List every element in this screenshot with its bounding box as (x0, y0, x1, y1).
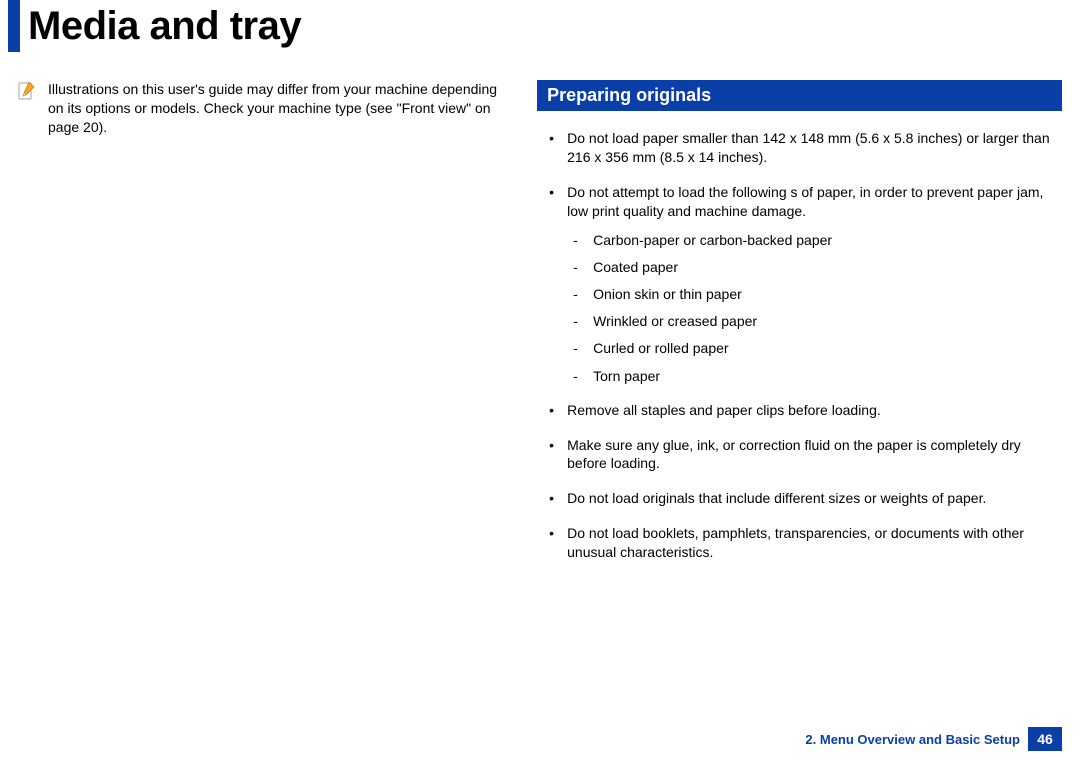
sub-list-item: Torn paper (567, 367, 1062, 385)
list-item-text: Do not load originals that include diffe… (567, 490, 986, 506)
footer-page-number: 46 (1028, 727, 1062, 751)
list-item: Do not load paper smaller than 142 x 148… (541, 129, 1062, 167)
left-column: Illustrations on this user's guide may d… (18, 80, 537, 578)
title-accent (8, 0, 20, 52)
list-item-text: Do not load booklets, pamphlets, transpa… (567, 525, 1024, 560)
sub-list-item: Onion skin or thin paper (567, 285, 1062, 303)
content-columns: Illustrations on this user's guide may d… (0, 52, 1080, 578)
list-item: Do not load originals that include diffe… (541, 489, 1062, 508)
section-header: Preparing originals (537, 80, 1062, 111)
list-item-text: Do not attempt to load the following s o… (567, 184, 1043, 219)
title-bar: Media and tray (0, 0, 1080, 52)
page-title: Media and tray (28, 4, 301, 49)
note-pencil-icon (18, 80, 44, 100)
dash-list: Carbon-paper or carbon-backed paper Coat… (567, 231, 1062, 385)
list-item: Remove all staples and paper clips befor… (541, 401, 1062, 420)
bullet-list: Do not load paper smaller than 142 x 148… (537, 129, 1062, 562)
list-item-text: Make sure any glue, ink, or correction f… (567, 437, 1021, 472)
list-item: Do not attempt to load the following s o… (541, 183, 1062, 385)
list-item: Do not load booklets, pamphlets, transpa… (541, 524, 1062, 562)
sub-list-item: Carbon-paper or carbon-backed paper (567, 231, 1062, 249)
footer-chapter: 2. Menu Overview and Basic Setup (805, 732, 1020, 747)
sub-list-item: Curled or rolled paper (567, 339, 1062, 357)
list-item-text: Do not load paper smaller than 142 x 148… (567, 130, 1049, 165)
page-footer: 2. Menu Overview and Basic Setup 46 (805, 727, 1062, 751)
right-column: Preparing originals Do not load paper sm… (537, 80, 1062, 578)
list-item-text: Remove all staples and paper clips befor… (567, 402, 881, 418)
sub-list-item: Wrinkled or creased paper (567, 312, 1062, 330)
note-block: Illustrations on this user's guide may d… (18, 80, 513, 137)
note-text: Illustrations on this user's guide may d… (44, 80, 513, 137)
list-item: Make sure any glue, ink, or correction f… (541, 436, 1062, 474)
sub-list-item: Coated paper (567, 258, 1062, 276)
